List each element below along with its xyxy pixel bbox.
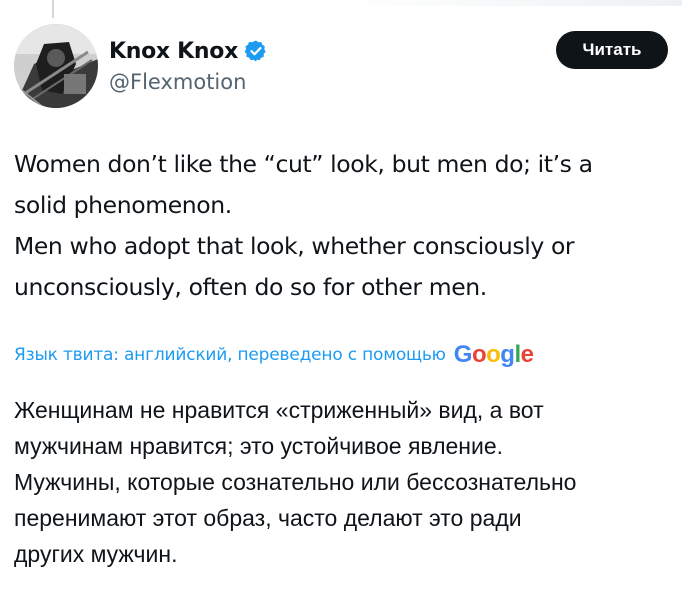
tweet-header: Knox Knox @Flexmotion Читать <box>14 24 668 108</box>
follow-button[interactable]: Читать <box>556 31 668 69</box>
tweet-text-line: solid phenomenon. <box>14 191 232 219</box>
google-logo: Google <box>453 341 534 368</box>
translation-notice-text[interactable]: Язык твита: английский, переведено с пом… <box>14 345 446 365</box>
translation-notice[interactable]: Язык твита: английский, переведено с пом… <box>14 338 534 372</box>
thread-connector-line <box>52 0 54 18</box>
tweet-text-line: unconsciously, often do so for other men… <box>14 273 487 301</box>
avatar[interactable] <box>14 24 98 108</box>
translated-text: Женщинам не нравится «стриженный» вид, а… <box>14 392 674 572</box>
translated-text-line: других мужчин. <box>14 541 178 567</box>
user-handle[interactable]: @Flexmotion <box>109 70 246 94</box>
translated-text-line: Мужчины, которые сознательно или бессозн… <box>14 469 577 495</box>
translated-text-line: перенимают этот образ, часто делают это … <box>14 505 522 531</box>
translated-text-line: мужчинам нравится; это устойчивое явлени… <box>14 433 504 459</box>
tweet-text-line: Women don’t like the “cut” look, but men… <box>14 150 593 178</box>
display-name[interactable]: Knox Knox <box>109 39 238 64</box>
name-row: Knox Knox <box>109 36 268 66</box>
verified-badge-icon[interactable] <box>244 39 268 63</box>
tweet-text-line: Men who adopt that look, whether conscio… <box>14 232 575 260</box>
avatar-photo-icon <box>14 24 98 108</box>
tweet-text: Women don’t like the “cut” look, but men… <box>14 144 674 308</box>
top-edge-shadow <box>330 0 682 6</box>
translated-text-line: Женщинам не нравится «стриженный» вид, а… <box>14 397 544 423</box>
